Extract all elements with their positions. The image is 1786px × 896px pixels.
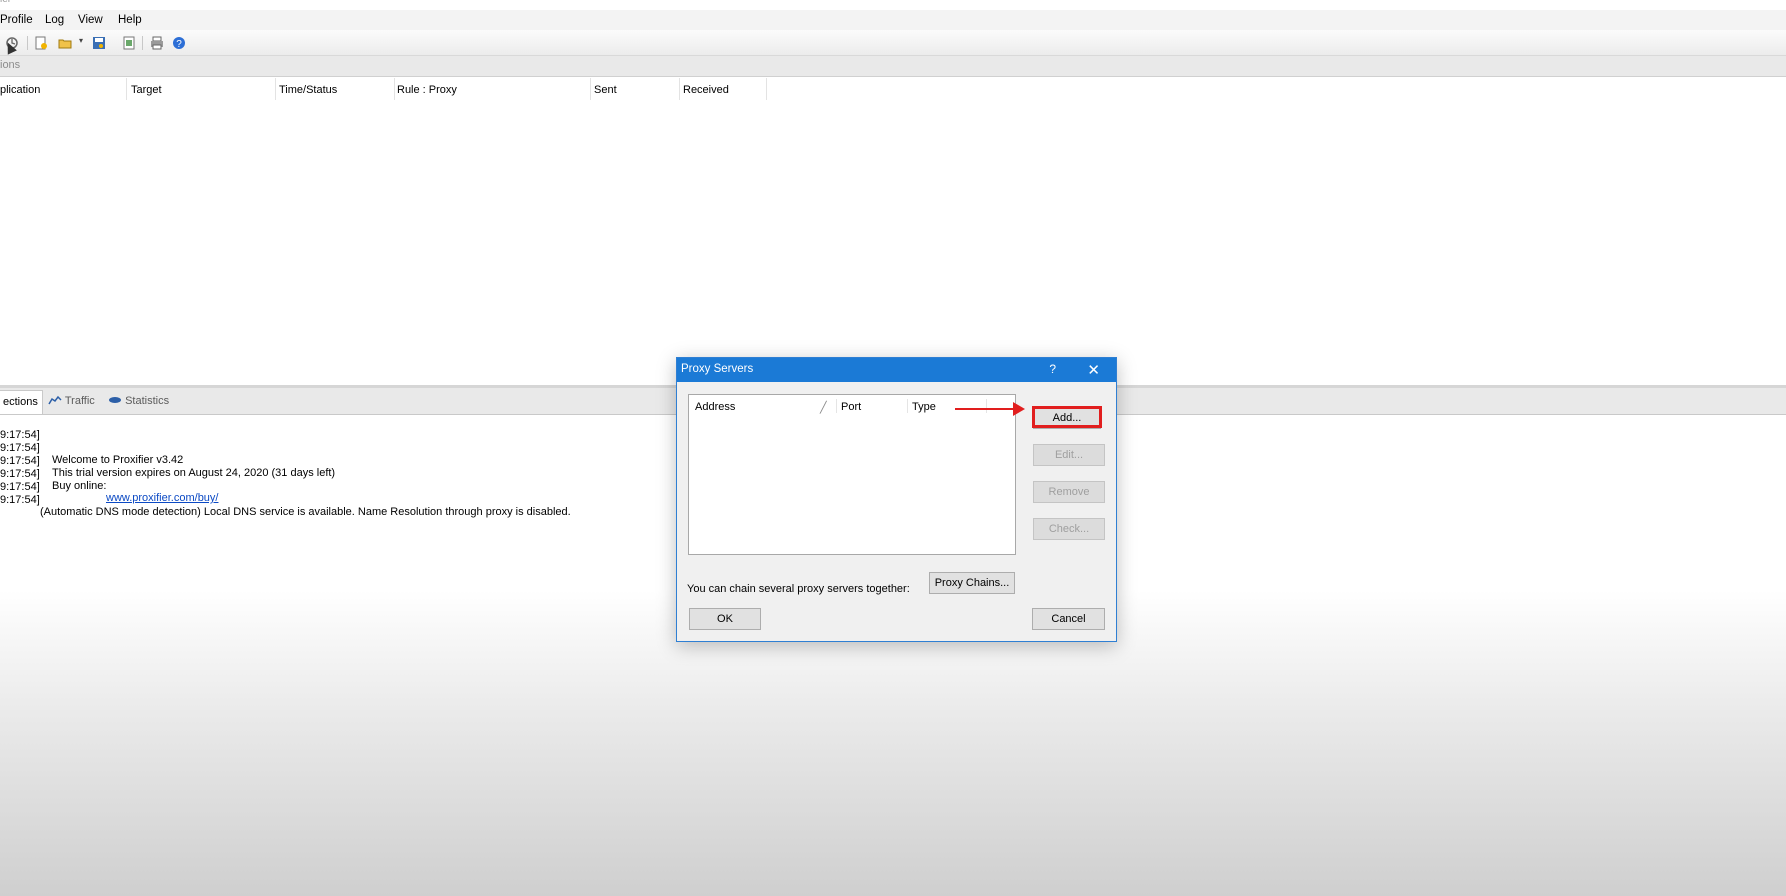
traffic-chart-icon <box>48 395 62 405</box>
column-header-target[interactable]: Target <box>131 78 276 100</box>
menu-profile[interactable]: Profile <box>0 14 33 26</box>
annotation-arrow <box>955 408 1015 410</box>
log-message: This trial version expires on August 24,… <box>52 467 336 479</box>
column-header-time-status[interactable]: Time/Status <box>279 78 395 100</box>
menu-help[interactable]: Help <box>118 14 142 26</box>
column-header-rule-proxy[interactable]: Rule : Proxy <box>397 78 591 100</box>
dialog-title: Proxy Servers <box>681 363 754 375</box>
window-title-strip: ier <box>0 0 1786 10</box>
log-line: 9:17:54] This trial version expires on A… <box>0 443 335 479</box>
list-header-address[interactable]: Address <box>695 401 735 413</box>
open-profile-icon[interactable] <box>58 36 72 50</box>
edit-button[interactable]: Edit... <box>1033 444 1105 466</box>
column-header-application[interactable]: plication <box>0 78 127 100</box>
menu-log[interactable]: Log <box>45 14 64 26</box>
chain-hint-text: You can chain several proxy servers toge… <box>687 583 910 595</box>
list-header-port[interactable]: Port <box>841 401 861 413</box>
statistics-icon <box>109 397 121 403</box>
proxy-servers-icon[interactable] <box>122 36 136 50</box>
proxy-servers-list[interactable]: Address ╱ Port Type <box>688 394 1016 555</box>
svg-text:?: ? <box>176 39 182 50</box>
remove-button[interactable]: Remove <box>1033 481 1105 503</box>
tab-statistics[interactable]: Statistics <box>104 390 173 412</box>
proxy-servers-dialog: Proxy Servers ? ✕ Address ╱ Port Type Ad… <box>676 357 1117 642</box>
tab-statistics-label: Statistics <box>125 395 170 407</box>
menu-bar: Profile Log View Help <box>0 10 1786 30</box>
column-header-sent[interactable]: Sent <box>594 78 680 100</box>
log-message: (Automatic DNS mode detection) Local DNS… <box>40 506 571 518</box>
help-question-icon[interactable]: ? <box>1049 362 1056 376</box>
column-divider <box>836 399 837 413</box>
new-profile-icon[interactable] <box>34 36 48 50</box>
window-title: ier <box>0 0 11 5</box>
cancel-button[interactable]: Cancel <box>1032 608 1105 630</box>
log-line: 9:17:54] Welcome to Proxifier v3.42 <box>0 430 183 466</box>
help-icon[interactable]: ? <box>172 36 186 50</box>
tab-traffic-label: Traffic <box>64 395 95 407</box>
log-line: 9:17:54] <box>0 469 40 493</box>
log-message: Welcome to Proxifier v3.42 <box>52 454 184 466</box>
proxy-chains-button[interactable]: Proxy Chains... <box>929 572 1015 594</box>
column-divider <box>907 399 908 413</box>
buy-online-link[interactable]: www.proxifier.com/buy/ <box>106 492 218 504</box>
close-icon[interactable]: ✕ <box>1087 361 1100 379</box>
column-header-received[interactable]: Received <box>683 78 767 100</box>
connections-section-header: ions <box>0 56 1786 77</box>
ok-button[interactable]: OK <box>689 608 761 630</box>
add-button-highlight <box>1032 406 1102 428</box>
tab-connections[interactable]: ections <box>0 390 43 414</box>
section-label: ions <box>0 59 21 71</box>
sort-indicator-icon: ╱ <box>820 402 827 414</box>
check-button[interactable]: Check... <box>1033 518 1105 540</box>
log-message: Buy online: <box>52 480 110 492</box>
tab-connections-label: ections <box>3 396 38 408</box>
log-line: 9:17:54] Buy online: www.proxifier.com/b… <box>0 456 218 504</box>
tab-traffic[interactable]: Traffic <box>44 390 99 412</box>
save-profile-icon[interactable] <box>92 36 106 50</box>
dropdown-arrow-icon[interactable]: ▾ <box>79 36 83 45</box>
dialog-title-bar[interactable]: Proxy Servers ? ✕ <box>677 358 1116 382</box>
column-divider <box>986 399 987 413</box>
log-line: 9:17:54] <box>0 417 40 441</box>
list-header-type[interactable]: Type <box>912 401 936 413</box>
toolbar: ▾ ? <box>0 30 1786 56</box>
toolbar-separator <box>142 36 143 50</box>
log-line: 9:17:54] (Automatic DNS mode detection) … <box>0 482 571 518</box>
menu-view[interactable]: View <box>78 14 103 26</box>
toolbar-separator <box>27 36 28 50</box>
print-icon[interactable] <box>150 36 164 50</box>
log-timestamp: 9:17:54] <box>0 494 40 506</box>
annotation-arrow-head-icon <box>1013 402 1025 416</box>
